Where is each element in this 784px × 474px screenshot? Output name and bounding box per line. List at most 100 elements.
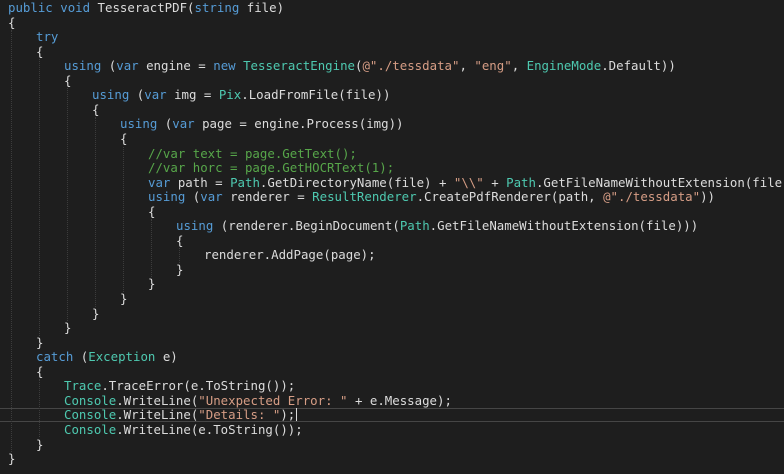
- code-line[interactable]: //var text = page.GetText();: [0, 145, 784, 161]
- text-caret: [296, 408, 298, 422]
- code-token: {: [176, 232, 184, 248]
- code-token: Console: [64, 407, 117, 423]
- code-token: TesseractPDF(: [90, 0, 195, 15]
- code-token: {: [148, 203, 156, 219]
- code-token: @"./tessdata": [362, 58, 460, 74]
- code-token: {: [8, 14, 16, 30]
- code-line[interactable]: {: [0, 364, 784, 379]
- code-line[interactable]: {: [0, 14, 784, 30]
- code-token: public: [8, 0, 53, 15]
- code-line[interactable]: Console.WriteLine("Details: ");: [0, 408, 784, 422]
- code-token: .CreatePdfRenderer(path,: [416, 189, 604, 205]
- code-token: void: [60, 0, 91, 15]
- code-token: "eng": [474, 58, 512, 74]
- code-line[interactable]: {: [0, 130, 784, 146]
- code-token: e): [155, 349, 178, 365]
- code-line[interactable]: }: [0, 305, 784, 321]
- code-line[interactable]: var path = Path.GetDirectoryName(file) +…: [0, 174, 784, 190]
- code-token: }: [36, 334, 44, 350]
- code-token: Console: [64, 392, 117, 408]
- code-token: page = engine.Process(img)): [194, 116, 404, 132]
- code-token: {: [36, 43, 44, 59]
- code-line[interactable]: try: [0, 30, 784, 44]
- code-token: "Unexpected Error: ": [198, 392, 348, 408]
- code-line[interactable]: using (var page = engine.Process(img)): [0, 117, 784, 131]
- code-token: (: [157, 116, 173, 132]
- code-token: try: [36, 29, 59, 45]
- code-line[interactable]: }: [0, 334, 784, 350]
- code-token: ResultRenderer: [312, 189, 417, 205]
- code-line[interactable]: {: [0, 43, 784, 59]
- code-line[interactable]: Trace.TraceError(e.ToString());: [0, 379, 784, 393]
- code-line[interactable]: }: [0, 292, 784, 306]
- code-token: Path: [506, 174, 536, 190]
- code-token: Path: [230, 174, 260, 190]
- code-line[interactable]: }: [0, 277, 784, 291]
- code-token: renderer =: [222, 189, 313, 205]
- code-line[interactable]: using (var engine = new TesseractEngine(…: [0, 59, 784, 73]
- code-token: Trace: [64, 378, 102, 394]
- code-token: "Details: ": [198, 407, 281, 423]
- code-line[interactable]: }: [0, 261, 784, 277]
- code-line[interactable]: {: [0, 232, 784, 248]
- code-token: .TraceError(e.ToString());: [101, 378, 296, 394]
- code-token: var: [116, 58, 139, 74]
- code-token: @"./tessdata": [603, 189, 701, 205]
- code-line[interactable]: }: [0, 452, 784, 466]
- code-token: img =: [166, 87, 219, 103]
- code-token: var: [148, 174, 171, 190]
- code-token: }: [120, 291, 128, 306]
- code-line[interactable]: {: [0, 203, 784, 219]
- code-token: (renderer.BeginDocument(: [213, 218, 400, 234]
- code-token: (: [129, 87, 145, 103]
- code-token: +: [483, 174, 507, 190]
- code-line[interactable]: catch (Exception e): [0, 350, 784, 364]
- code-line[interactable]: //var horc = page.GetHOCRText(1);: [0, 161, 784, 175]
- code-token: string: [194, 0, 240, 15]
- code-token: Exception: [88, 349, 156, 365]
- code-token: .WriteLine(: [116, 407, 199, 423]
- code-token: new: [213, 58, 236, 74]
- code-token: (: [73, 349, 89, 365]
- code-line[interactable]: renderer.AddPage(page);: [0, 248, 784, 262]
- code-token: }: [64, 320, 72, 336]
- code-token: }: [92, 305, 100, 321]
- code-token: using: [120, 116, 158, 132]
- code-token: }: [176, 261, 184, 277]
- code-token: path =: [170, 174, 231, 190]
- code-token: file): [239, 0, 285, 15]
- code-token: .WriteLine(: [116, 392, 199, 408]
- code-token: );: [280, 407, 296, 423]
- code-line[interactable]: {: [0, 72, 784, 88]
- code-token: "\\": [453, 174, 484, 190]
- code-line[interactable]: Console.WriteLine(e.ToString());: [0, 421, 784, 437]
- code-line[interactable]: using (var img = Pix.LoadFromFile(file)): [0, 88, 784, 102]
- code-token: }: [36, 436, 44, 452]
- code-token: ,: [459, 58, 475, 74]
- code-editor[interactable]: public void TesseractPDF(string file){tr…: [0, 0, 784, 474]
- code-token: {: [64, 72, 72, 88]
- code-token: using: [148, 189, 186, 205]
- code-token: var: [172, 116, 195, 132]
- code-line[interactable]: }: [0, 321, 784, 335]
- code-line[interactable]: Console.WriteLine("Unexpected Error: " +…: [0, 392, 784, 408]
- code-line[interactable]: using (var renderer = ResultRenderer.Cre…: [0, 190, 784, 204]
- code-line[interactable]: {: [0, 101, 784, 117]
- code-token: .WriteLine(e.ToString());: [116, 421, 303, 437]
- code-token: using: [64, 58, 102, 74]
- code-token: engine =: [138, 58, 214, 74]
- code-token: //var text = page.GetText();: [148, 145, 357, 161]
- code-token: {: [92, 101, 100, 117]
- code-line[interactable]: }: [0, 436, 784, 452]
- code-token: }: [8, 451, 16, 467]
- code-token: .GetDirectoryName(file) +: [259, 174, 454, 190]
- code-token: TesseractEngine: [243, 58, 355, 74]
- code-token: Console: [64, 421, 117, 437]
- code-token: .GetFileNameWithoutExtension(file))): [429, 218, 699, 234]
- code-token: {: [120, 130, 128, 146]
- code-token: using: [176, 218, 214, 234]
- code-line[interactable]: public void TesseractPDF(string file): [0, 1, 784, 15]
- code-token: Pix: [218, 87, 242, 103]
- code-line[interactable]: using (renderer.BeginDocument(Path.GetFi…: [0, 219, 784, 233]
